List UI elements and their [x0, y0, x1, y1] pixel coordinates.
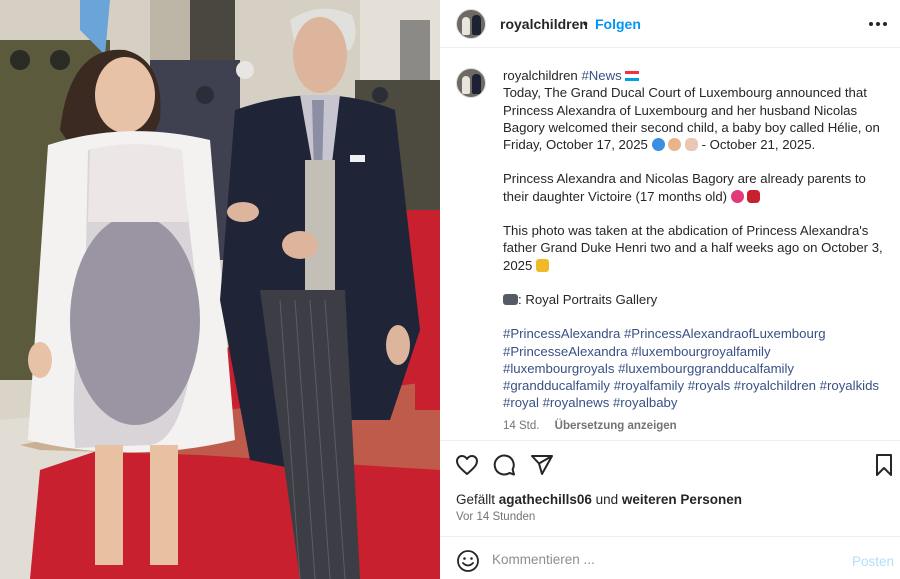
post-side-panel: royalchildren • Folgen royalchildren #Ne…	[440, 0, 900, 579]
header-separator: •	[583, 15, 588, 31]
action-bar	[440, 440, 900, 486]
comment-icon[interactable]	[492, 453, 516, 477]
photo-illustration	[0, 0, 440, 579]
footprints-icon	[684, 138, 698, 152]
crown-icon	[536, 258, 550, 272]
caption-paragraph-2: Princess Alexandra and Nicolas Bagory ar…	[503, 171, 866, 204]
likes-prefix: Gefällt	[456, 492, 496, 507]
more-horizontal-icon[interactable]	[868, 14, 888, 34]
emoji-smile-icon[interactable]	[456, 549, 480, 573]
baby-icon	[668, 138, 682, 152]
caption-username[interactable]: royalchildren	[503, 68, 578, 83]
likes-suffix[interactable]: weiteren Personen	[622, 492, 742, 507]
caption-paragraph-1-tail: - October 21, 2025.	[701, 137, 816, 153]
post-comment-button[interactable]: Posten	[852, 554, 894, 569]
likes-user[interactable]: agathechills06	[499, 492, 592, 507]
caption-paragraph-4: : Royal Portraits Gallery	[518, 291, 658, 307]
likes-middle: und	[595, 492, 619, 507]
heart-icon[interactable]	[455, 453, 479, 477]
luxembourg-flag-icon	[625, 71, 640, 81]
post-timestamp: Vor 14 Stunden	[456, 511, 536, 523]
caption-meta: 14 Std. Übersetzung anzeigen	[503, 418, 885, 435]
avatar[interactable]	[456, 9, 486, 39]
caption-avatar[interactable]	[456, 68, 486, 98]
bookmark-icon[interactable]	[872, 453, 896, 477]
caption-text: royalchildren #News Today, The Grand Duc…	[503, 67, 885, 435]
pink-heart-icon	[730, 189, 744, 203]
post-header: royalchildren • Folgen	[440, 0, 900, 48]
caption-section: royalchildren #News Today, The Grand Duc…	[440, 49, 900, 439]
follow-button[interactable]: Folgen	[595, 16, 641, 32]
translate-button[interactable]: Übersetzung anzeigen	[555, 420, 677, 432]
caption-paragraph-3: This photo was taken at the abdication o…	[503, 223, 883, 273]
comment-bar: Posten	[440, 536, 900, 579]
hashtag-news[interactable]: #News	[581, 68, 621, 83]
likes-summary[interactable]: Gefällt agathechills06 und weiteren Pers…	[456, 492, 742, 507]
caption-age: 14 Std.	[503, 419, 540, 432]
blue-heart-icon	[651, 138, 665, 152]
caption-hashtags[interactable]: #PrincessAlexandra #PrincessAlexandraofL…	[503, 325, 885, 411]
ribbon-icon	[747, 189, 761, 203]
camera-icon	[503, 293, 518, 305]
send-icon[interactable]	[530, 453, 554, 477]
comment-input[interactable]	[492, 547, 832, 571]
post-photo[interactable]	[0, 0, 440, 579]
header-username[interactable]: royalchildren	[500, 16, 588, 32]
